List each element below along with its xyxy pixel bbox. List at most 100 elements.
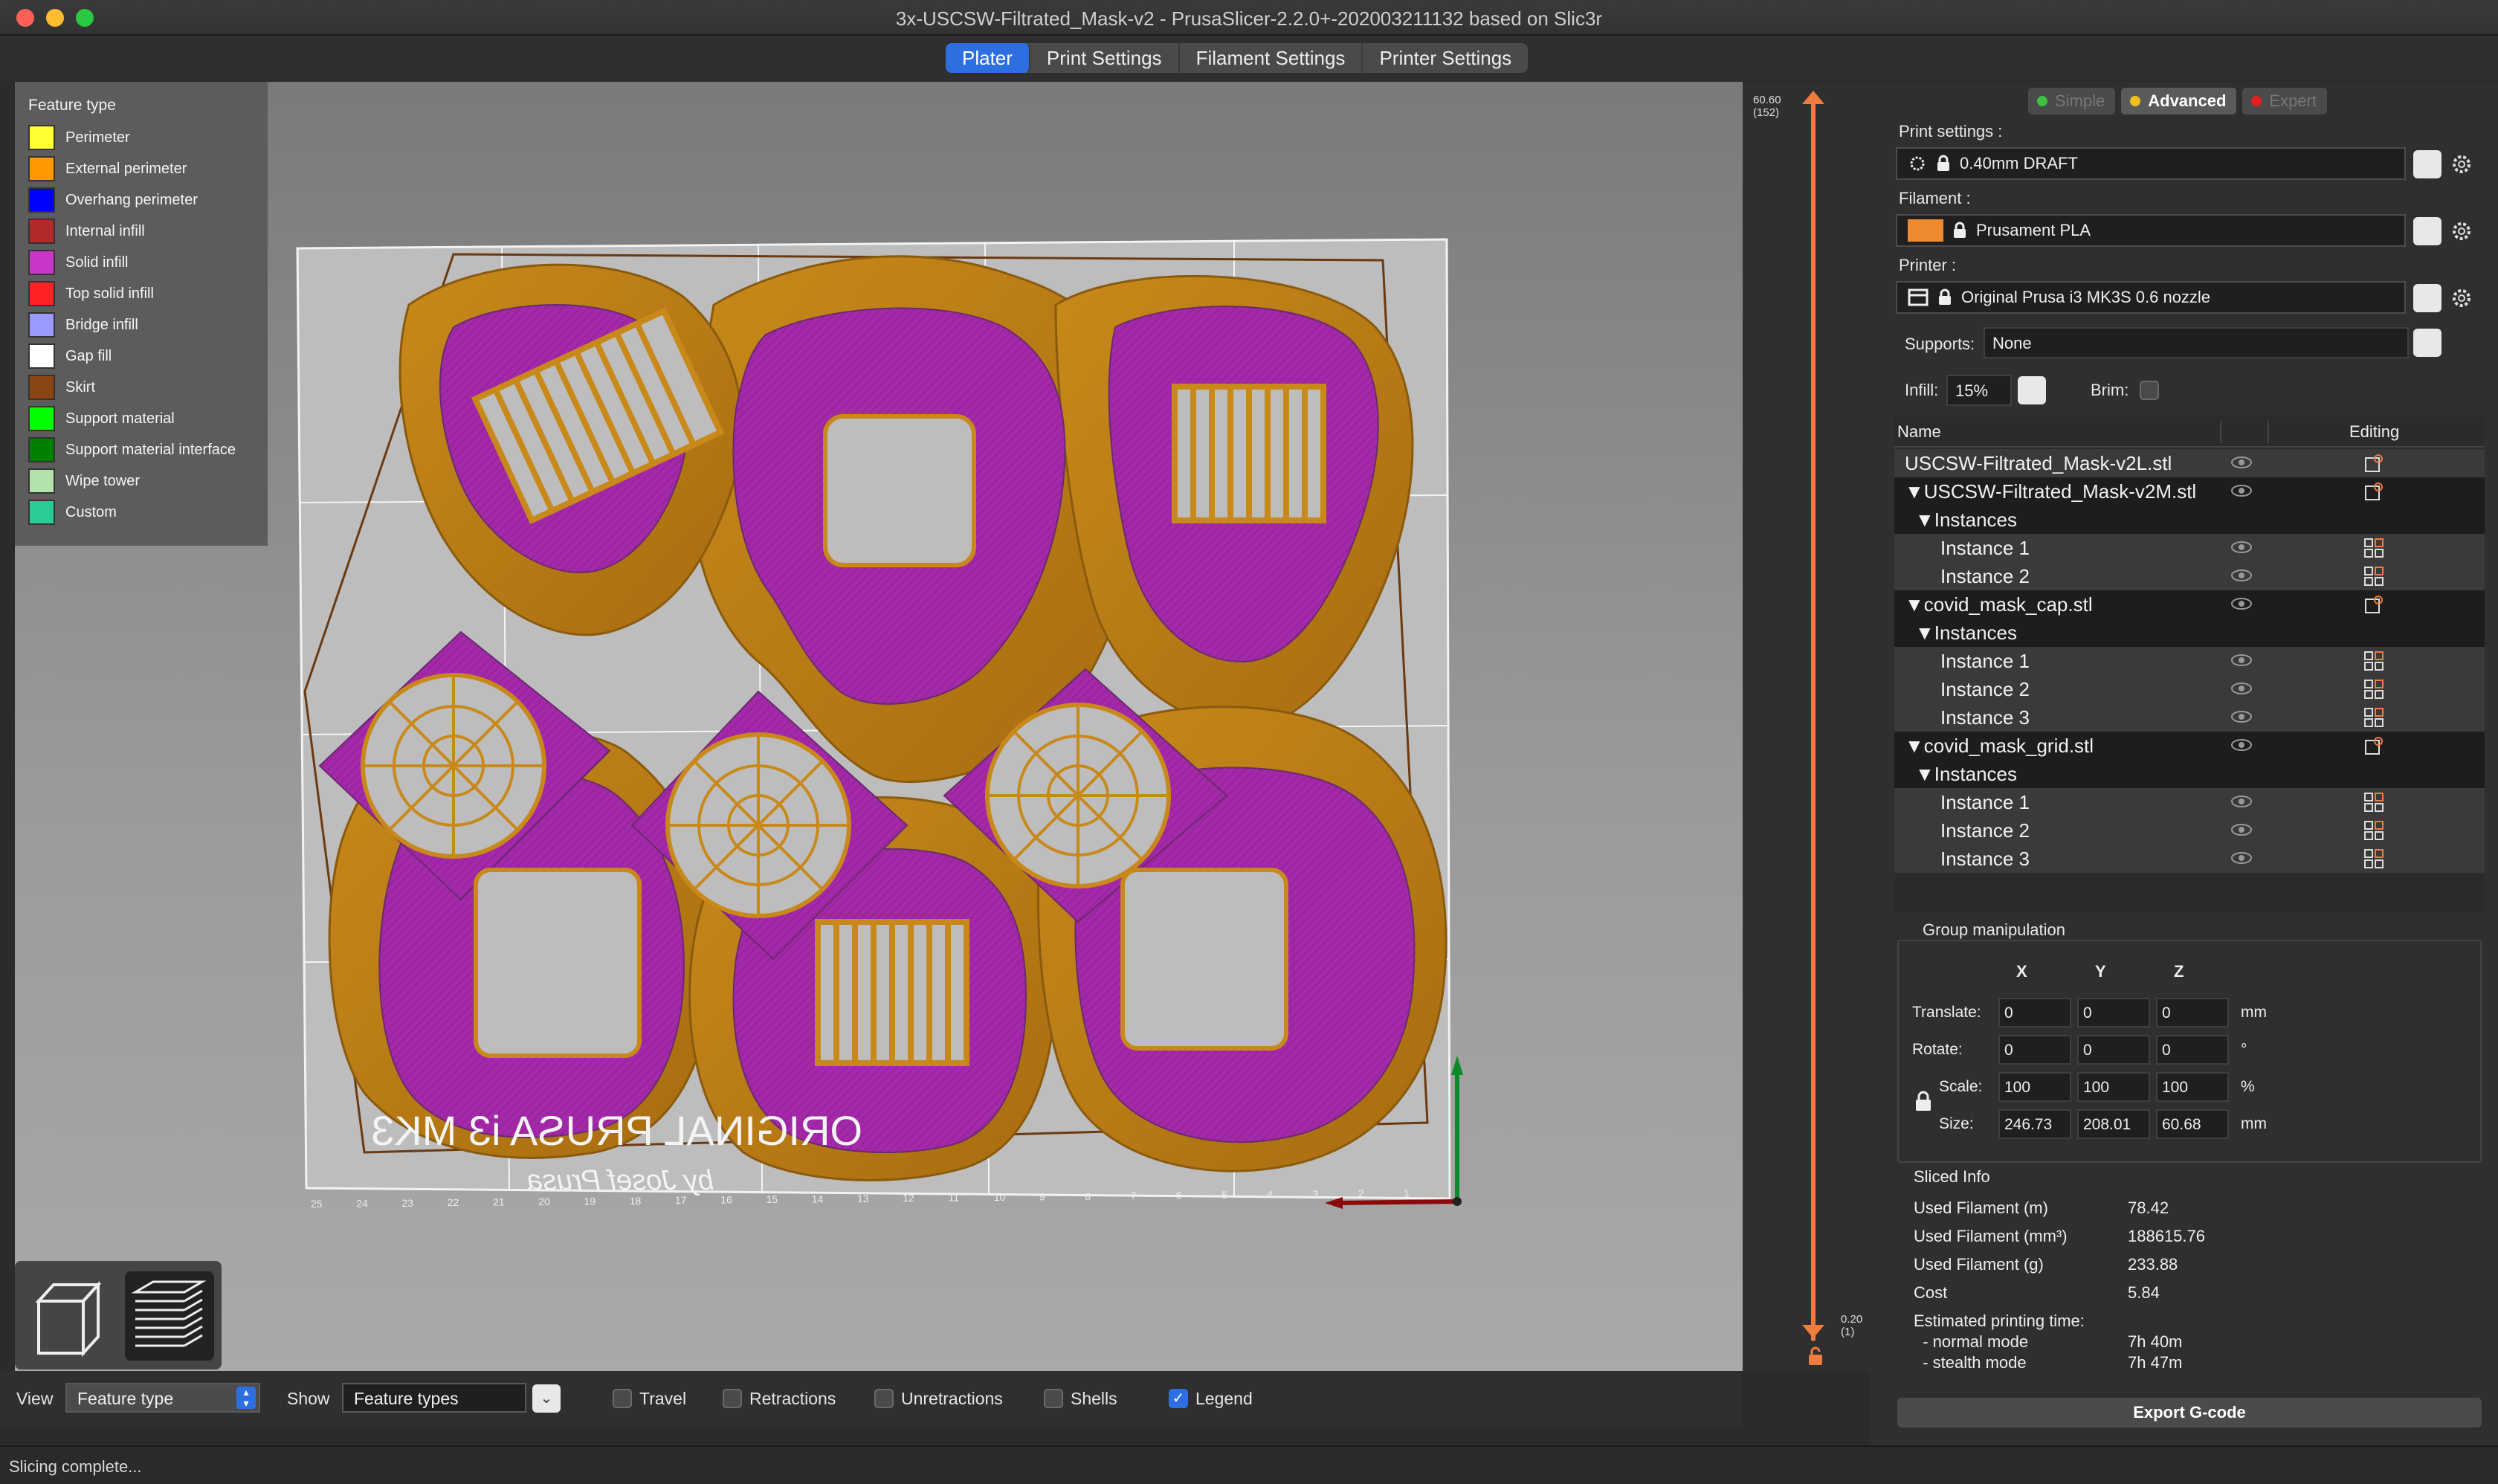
transform-x-field[interactable]: 100	[1998, 1072, 2071, 1102]
instance-editing-icon[interactable]	[2363, 848, 2385, 870]
instance-row[interactable]: Instance 2	[1894, 816, 2485, 845]
transform-x-field[interactable]: 0	[1998, 998, 2071, 1027]
column-name-header[interactable]: Name	[1897, 422, 1941, 442]
visibility-eye-icon[interactable]	[2230, 851, 2253, 865]
tab-print-settings[interactable]: Print Settings	[1030, 43, 1180, 73]
instance-row[interactable]: Instance 1	[1894, 534, 2485, 562]
legend-color-swatch	[28, 281, 55, 306]
bed-scene: ORIGINAL PRUSA i3 MK3 by Josef Prusa 25 2…	[296, 238, 1463, 1210]
infill-dropdown-chevron-icon[interactable]	[2018, 376, 2046, 404]
filament-combo[interactable]: Prusament PLA	[1896, 214, 2406, 247]
instance-editing-icon[interactable]	[2363, 565, 2385, 587]
travel-checkbox[interactable]	[613, 1389, 632, 1408]
transform-y-field[interactable]: 208.01	[2077, 1109, 2150, 1139]
legend-label: Legend	[1195, 1389, 1253, 1408]
filament-edit-gear-icon[interactable]	[2450, 220, 2473, 242]
transform-x-field[interactable]: 0	[1998, 1035, 2071, 1065]
print-settings-dropdown-chevron-icon[interactable]	[2413, 150, 2441, 178]
scale-lock-icon[interactable]	[1914, 1090, 1933, 1112]
instance-editing-icon[interactable]	[2363, 791, 2385, 813]
instances-group-row[interactable]: ▼Instances	[1894, 760, 2485, 788]
instance-editing-icon[interactable]	[2363, 819, 2385, 842]
mode-expert-button[interactable]: Expert	[2242, 88, 2327, 114]
supports-select[interactable]: None	[1984, 327, 2409, 358]
transform-x-field[interactable]: 246.73	[1998, 1109, 2071, 1139]
retractions-checkbox[interactable]	[723, 1389, 742, 1408]
instance-editing-icon[interactable]	[2363, 650, 2385, 672]
instances-group-row[interactable]: ▼Instances	[1894, 619, 2485, 647]
instance-row[interactable]: Instance 1	[1894, 788, 2485, 816]
preview-layers-button[interactable]	[125, 1271, 214, 1361]
object-row[interactable]: USCSW-Filtrated_Mask-v2L.stl	[1894, 449, 2485, 477]
instance-row[interactable]: Instance 2	[1894, 562, 2485, 590]
slider-bottom-thumb[interactable]	[1802, 1322, 1824, 1338]
visibility-eye-icon[interactable]	[2230, 483, 2253, 498]
instance-editing-icon[interactable]	[2363, 678, 2385, 700]
layer-height-slider[interactable]: 60.60 (152) 0.20 (1)	[1743, 82, 1889, 1371]
instance-editing-icon[interactable]	[2363, 706, 2385, 729]
tab-plater[interactable]: Plater	[946, 43, 1030, 73]
print-settings-combo[interactable]: 0.40mm DRAFT	[1896, 147, 2406, 180]
brim-checkbox[interactable]	[2140, 381, 2159, 400]
instance-row[interactable]: Instance 3	[1894, 845, 2485, 873]
object-row-label: Instance 3	[1940, 848, 2030, 870]
edit-settings-icon[interactable]	[2363, 452, 2385, 474]
visibility-eye-icon[interactable]	[2230, 681, 2253, 696]
instance-editing-icon[interactable]	[2363, 537, 2385, 559]
instance-row[interactable]: Instance 1	[1894, 647, 2485, 675]
edit-settings-icon[interactable]	[2363, 735, 2385, 757]
object-row-label: Instance 2	[1940, 819, 2030, 842]
tab-filament-settings[interactable]: Filament Settings	[1180, 43, 1363, 73]
visibility-eye-icon[interactable]	[2230, 822, 2253, 837]
shells-checkbox[interactable]	[1044, 1389, 1063, 1408]
visibility-eye-icon[interactable]	[2230, 596, 2253, 611]
visibility-eye-icon[interactable]	[2230, 455, 2253, 470]
instance-row[interactable]: Instance 2	[1894, 675, 2485, 703]
slider-top-thumb[interactable]	[1802, 91, 1824, 107]
edit-settings-icon[interactable]	[2363, 593, 2385, 616]
object-row[interactable]: ▼covid_mask_cap.stl	[1894, 590, 2485, 619]
mode-advanced-button[interactable]: Advanced	[2121, 88, 2237, 114]
filament-color-swatch[interactable]	[1908, 219, 1943, 242]
mode-simple-button[interactable]: Simple	[2028, 88, 2116, 114]
supports-dropdown-chevron-icon[interactable]	[2413, 329, 2441, 357]
print-settings-edit-gear-icon[interactable]	[2450, 153, 2473, 175]
visibility-eye-icon[interactable]	[2230, 540, 2253, 555]
tab-printer-settings[interactable]: Printer Settings	[1363, 43, 1528, 73]
transform-z-field[interactable]: 0	[2156, 998, 2229, 1027]
transform-y-field[interactable]: 0	[2077, 998, 2150, 1027]
show-select[interactable]: Feature types	[342, 1383, 526, 1413]
object-row[interactable]: ▼covid_mask_grid.stl	[1894, 732, 2485, 760]
3d-preview-canvas[interactable]: ORIGINAL PRUSA i3 MK3 by Josef Prusa 25 2…	[15, 82, 1743, 1371]
edit-settings-icon[interactable]	[2363, 480, 2385, 503]
visibility-eye-icon[interactable]	[2230, 738, 2253, 752]
instance-row[interactable]: Instance 3	[1894, 703, 2485, 732]
bed-logo-line1: ORIGINAL PRUSA i3 MK3	[371, 1107, 862, 1154]
legend-checkbox[interactable]: ✓	[1169, 1389, 1188, 1408]
show-dropdown-chevron-icon[interactable]: ⌄	[532, 1384, 561, 1413]
visibility-eye-icon[interactable]	[2230, 653, 2253, 668]
3d-view-button[interactable]	[24, 1271, 113, 1361]
transform-z-field[interactable]: 0	[2156, 1035, 2229, 1065]
transform-y-field[interactable]: 100	[2077, 1072, 2150, 1102]
export-gcode-button[interactable]: Export G-code	[1897, 1398, 2482, 1427]
transform-z-field[interactable]: 60.68	[2156, 1109, 2229, 1139]
slider-lock-icon[interactable]	[1807, 1346, 1824, 1367]
unretractions-checkbox[interactable]	[874, 1389, 894, 1408]
infill-select[interactable]: 15%	[1946, 375, 2012, 406]
visibility-eye-icon[interactable]	[2230, 568, 2253, 583]
visibility-eye-icon[interactable]	[2230, 794, 2253, 809]
visibility-eye-icon[interactable]	[2230, 709, 2253, 724]
slider-track[interactable]	[1811, 100, 1816, 1341]
transform-z-field[interactable]: 100	[2156, 1072, 2229, 1102]
view-type-select[interactable]: Feature type ▴ ▾	[65, 1383, 260, 1413]
printer-edit-gear-icon[interactable]	[2450, 287, 2473, 309]
transform-y-field[interactable]: 0	[2077, 1035, 2150, 1065]
instances-group-row[interactable]: ▼Instances	[1894, 506, 2485, 534]
printer-combo[interactable]: Original Prusa i3 MK3S 0.6 nozzle	[1896, 281, 2406, 314]
mode-advanced-label: Advanced	[2148, 91, 2227, 110]
column-editing-header[interactable]: Editing	[2349, 422, 2399, 442]
printer-dropdown-chevron-icon[interactable]	[2413, 284, 2441, 312]
filament-dropdown-chevron-icon[interactable]	[2413, 217, 2441, 245]
object-row[interactable]: ▼USCSW-Filtrated_Mask-v2M.stl	[1894, 477, 2485, 506]
